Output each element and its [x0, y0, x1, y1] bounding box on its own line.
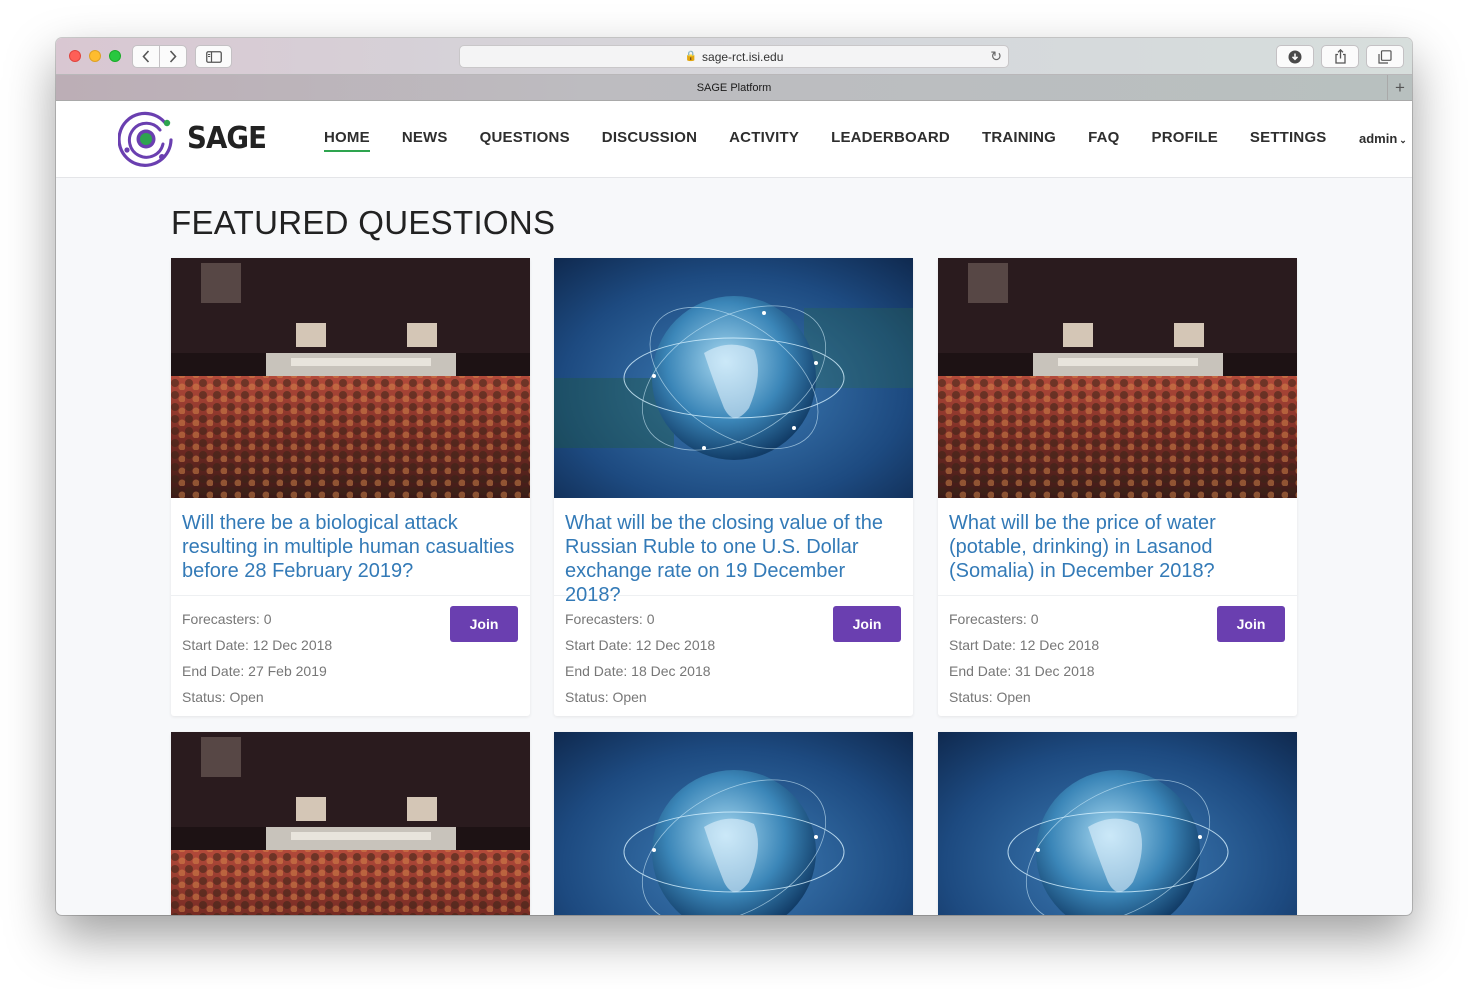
nav-activity[interactable]: ACTIVITY [729, 129, 799, 152]
question-meta: Forecasters: 0 Start Date: 12 Dec 2018 E… [554, 596, 913, 716]
globe-network-image [554, 258, 913, 498]
question-card: What will be the closing value of the Ru… [554, 258, 913, 716]
globe-network-image [554, 732, 913, 915]
close-window-button[interactable] [69, 50, 81, 62]
concert-crowd-image [171, 732, 530, 915]
sage-logo-icon[interactable] [118, 110, 178, 170]
question-title-link[interactable]: What will be the closing value of the Ru… [554, 498, 913, 606]
nav-news[interactable]: NEWS [402, 129, 448, 152]
browser-window: 🔒 sage-rct.isi.edu ↻ SAGE Platform + SAG… [56, 38, 1412, 915]
username: admin [1359, 131, 1398, 146]
chevron-right-icon [169, 50, 177, 63]
main-content: FEATURED QUESTIONS Will there be a biolo… [56, 178, 1412, 915]
card-image-globe-network[interactable] [554, 732, 913, 915]
nav-training[interactable]: TRAINING [982, 129, 1056, 152]
card-image-concert-crowd[interactable] [171, 258, 530, 498]
share-button[interactable] [1321, 45, 1359, 68]
card-image-globe-network[interactable] [554, 258, 913, 498]
end-date: End Date: 18 Dec 2018 [565, 663, 711, 679]
nav-settings[interactable]: SETTINGS [1250, 129, 1327, 152]
nav-home[interactable]: HOME [324, 129, 370, 152]
active-tab-title[interactable]: SAGE Platform [697, 82, 772, 94]
question-card [554, 732, 913, 915]
question-meta: Forecasters: 0 Start Date: 12 Dec 2018 E… [938, 596, 1297, 716]
question-title-link[interactable]: What will be the price of water (potable… [938, 498, 1297, 596]
question-meta: Forecasters: 0 Start Date: 12 Dec 2018 E… [171, 596, 530, 716]
lock-icon: 🔒 [684, 51, 698, 62]
user-menu[interactable]: admin ⌄ [1359, 131, 1407, 146]
question-card [938, 732, 1297, 915]
question-card [171, 732, 530, 915]
page-title: FEATURED QUESTIONS [171, 204, 556, 241]
join-button[interactable]: Join [1217, 606, 1285, 642]
concert-crowd-image [171, 258, 530, 498]
tabs-overview-icon [1378, 49, 1392, 64]
history-nav-group [132, 45, 187, 68]
question-card: Will there be a biological attack result… [171, 258, 530, 716]
download-icon [1288, 50, 1302, 63]
question-status: Status: Open [949, 689, 1031, 705]
downloads-button[interactable] [1276, 45, 1314, 68]
globe-network-image [938, 732, 1297, 915]
url-text: sage-rct.isi.edu [702, 49, 784, 64]
sidebar-icon [205, 50, 222, 63]
chevron-left-icon [142, 50, 150, 63]
question-title-link[interactable]: Will there be a biological attack result… [171, 498, 530, 596]
site-brand[interactable]: SAGE [187, 121, 267, 156]
end-date: End Date: 27 Feb 2019 [182, 663, 327, 679]
nav-discussion[interactable]: DISCUSSION [602, 129, 697, 152]
back-button[interactable] [133, 46, 159, 67]
new-tab-button[interactable]: + [1387, 75, 1412, 100]
card-image-concert-crowd[interactable] [938, 258, 1297, 498]
nav-faq[interactable]: FAQ [1088, 129, 1119, 152]
main-nav: HOME NEWS QUESTIONS DISCUSSION ACTIVITY … [324, 129, 1327, 152]
end-date: End Date: 31 Dec 2018 [949, 663, 1095, 679]
question-card: What will be the price of water (potable… [938, 258, 1297, 716]
chevron-down-icon: ⌄ [1399, 135, 1407, 145]
site-header: SAGE HOME NEWS QUESTIONS DISCUSSION ACTI… [56, 101, 1412, 178]
maximize-window-button[interactable] [109, 50, 121, 62]
sidebar-toggle-button[interactable] [195, 45, 232, 68]
minimize-window-button[interactable] [89, 50, 101, 62]
join-button[interactable]: Join [833, 606, 901, 642]
address-bar[interactable]: 🔒 sage-rct.isi.edu ↻ [459, 45, 1009, 68]
share-icon [1334, 49, 1346, 64]
question-status: Status: Open [565, 689, 647, 705]
card-image-globe-network[interactable] [938, 732, 1297, 915]
tab-bar: SAGE Platform + [56, 75, 1412, 101]
reload-icon[interactable]: ↻ [990, 48, 1002, 65]
forward-button[interactable] [159, 46, 186, 67]
show-tabs-button[interactable] [1366, 45, 1404, 68]
nav-leaderboard[interactable]: LEADERBOARD [831, 129, 950, 152]
card-image-concert-crowd[interactable] [171, 732, 530, 915]
concert-crowd-image [938, 258, 1297, 498]
nav-profile[interactable]: PROFILE [1152, 129, 1218, 152]
question-status: Status: Open [182, 689, 264, 705]
join-button[interactable]: Join [450, 606, 518, 642]
browser-toolbar: 🔒 sage-rct.isi.edu ↻ [56, 38, 1412, 75]
nav-questions[interactable]: QUESTIONS [480, 129, 570, 152]
